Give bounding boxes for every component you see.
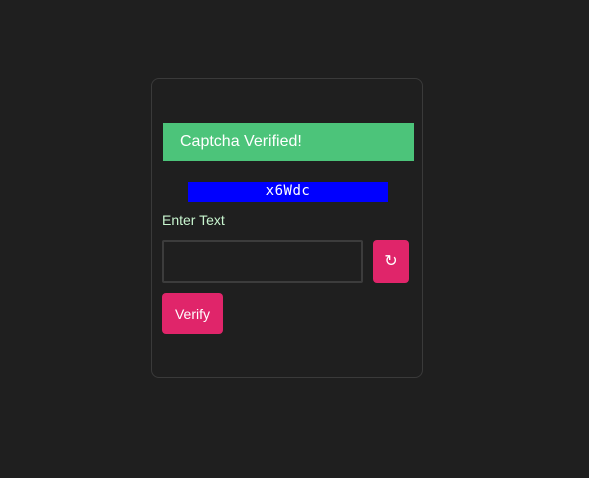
captcha-code: x6Wdc [188, 182, 388, 202]
refresh-button[interactable]: ↻ [373, 240, 409, 283]
enter-text-label: Enter Text [162, 212, 225, 228]
captcha-input[interactable] [162, 240, 363, 283]
verify-button[interactable]: Verify [162, 293, 223, 334]
refresh-icon: ↻ [384, 253, 398, 270]
success-banner: Captcha Verified! [163, 123, 414, 161]
captcha-card: Captcha Verified! x6Wdc Enter Text ↻ Ver… [151, 78, 423, 378]
